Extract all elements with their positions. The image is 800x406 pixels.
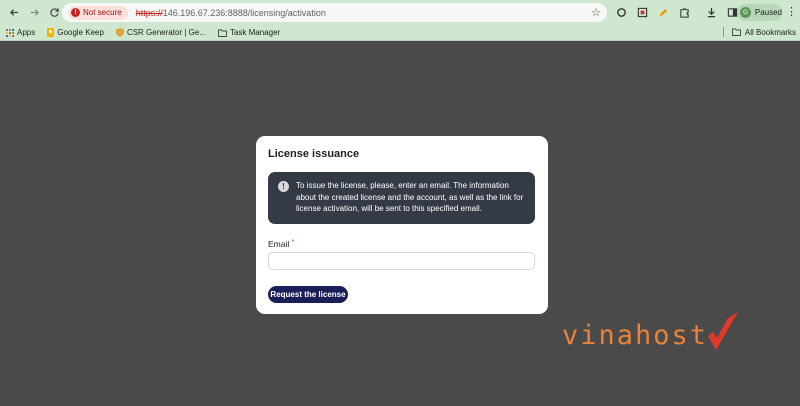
email-label-text: Email [268,239,290,249]
page-title: License issuance [268,148,360,160]
folder-icon [217,29,227,37]
extension-icon-2[interactable] [634,4,651,21]
bookmark-apps[interactable]: Apps [6,28,35,37]
url-text: https://146.196.67.236:8888/licensing/ac… [136,8,326,18]
bookmark-task-manager[interactable]: Task Manager [217,28,281,37]
all-bookmarks-label: All Bookmarks [744,27,796,37]
keep-icon [47,28,55,37]
folder-icon [731,28,741,36]
back-arrow-icon [9,9,18,16]
back-button[interactable] [4,3,24,23]
bookmark-label: Google Keep [57,28,104,37]
browser-toolbar: ! Not secure https://146.196.67.236:8888… [0,0,800,25]
bookmark-csr-generator[interactable]: CSR Generator | Ge... [115,28,206,37]
profile-status: Paused [754,8,782,17]
email-label: Email * [268,239,294,249]
vinahost-logo: vinahost [562,312,738,351]
profile-button[interactable]: G Paused [737,4,782,21]
bookmark-label: Task Manager [229,28,281,37]
apps-grid-icon [6,28,14,37]
vinahost-wordmark: vinahost [562,320,708,351]
url-scheme: https:// [135,7,163,18]
required-marker: * [291,239,295,246]
forward-arrow-icon [30,9,39,16]
shield-icon [115,28,124,37]
extensions-puzzle-icon[interactable] [676,4,693,21]
email-field[interactable] [268,252,535,270]
bookmark-label: CSR Generator | Ge... [126,28,206,37]
reload-icon [49,8,59,17]
license-card: License issuance ! To issue the license,… [256,136,548,314]
divider [722,27,724,37]
bookmark-label: Apps [17,28,36,37]
warning-icon: ! [71,8,80,17]
bookmarks-bar: Apps Google Keep CSR Generator | Ge... T… [0,25,800,41]
reload-button[interactable] [44,3,64,23]
security-chip[interactable]: ! Not secure [68,5,128,20]
extension-icon-1[interactable] [613,4,630,21]
url-host-path: 146.196.67.236:8888/licensing/activation [162,7,326,18]
more-menu-icon[interactable]: ⋮ [786,5,797,18]
security-chip-label: Not secure [83,8,122,17]
address-bar[interactable]: ! Not secure https://146.196.67.236:8888… [62,3,607,22]
all-bookmarks[interactable]: All Bookmarks [722,27,796,37]
avatar: G [740,7,751,18]
bookmark-star-icon[interactable]: ☆ [591,6,601,19]
download-icon[interactable] [703,4,720,21]
bookmark-google-keep[interactable]: Google Keep [47,28,104,37]
forward-button[interactable] [24,3,44,23]
alert-text: To issue the license, please, enter an e… [296,181,524,213]
pencil-icon[interactable] [655,4,672,21]
info-icon: ! [278,181,289,192]
request-license-button[interactable]: Request the license [268,286,348,303]
checkmark-icon [708,312,738,350]
info-alert: ! To issue the license, please, enter an… [268,172,535,224]
